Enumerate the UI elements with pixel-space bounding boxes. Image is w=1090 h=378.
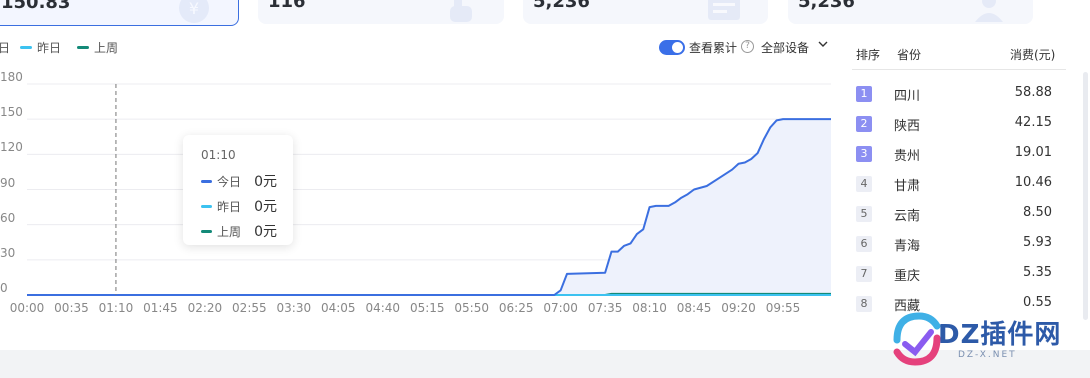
header-cost[interactable]: 消费(元) bbox=[1010, 46, 1055, 63]
x-tick-label: 02:20 bbox=[187, 301, 223, 315]
province-name: 云南 bbox=[894, 209, 921, 224]
table-divider bbox=[852, 69, 1066, 70]
x-tick-label: 09:20 bbox=[721, 301, 756, 315]
province-cost: 5.93 bbox=[1023, 235, 1052, 250]
tooltip-label: 今日 bbox=[217, 174, 242, 189]
series-area-today bbox=[27, 119, 831, 296]
watermark-text: DZ插件网 bbox=[938, 320, 1062, 350]
province-name: 四川 bbox=[894, 89, 921, 104]
x-tick-label: 08:45 bbox=[676, 301, 712, 315]
province-cost: 5.35 bbox=[1023, 265, 1052, 280]
tooltip-value: 0元 bbox=[254, 199, 277, 215]
table-row[interactable]: 1 四川 58.88 bbox=[852, 85, 1072, 115]
table-row[interactable]: 7 重庆 5.35 bbox=[852, 265, 1072, 295]
rank-badge: 7 bbox=[856, 266, 872, 282]
x-tick-label: 07:00 bbox=[543, 301, 578, 315]
tooltip-time: 01:10 bbox=[201, 148, 236, 162]
rank-badge: 1 bbox=[856, 86, 872, 102]
y-tick-label: 0 bbox=[0, 281, 8, 295]
chart-tooltip: 01:10 今日 0元 昨日 0元 上周 0元 bbox=[183, 135, 293, 245]
watermark-url: DZ-X.NET bbox=[958, 350, 1017, 360]
x-tick-label: 00:00 bbox=[9, 301, 45, 315]
y-tick-label: 120 bbox=[0, 140, 23, 155]
table-row[interactable]: 4 甘肃 10.46 bbox=[852, 175, 1072, 205]
y-tick-label: 60 bbox=[0, 210, 16, 225]
header-rank: 排序 bbox=[856, 48, 881, 62]
rank-badge: 2 bbox=[856, 116, 872, 132]
rank-badge: 6 bbox=[856, 236, 872, 252]
table-row[interactable]: 5 云南 8.50 bbox=[852, 205, 1072, 235]
province-cost: 58.88 bbox=[1014, 85, 1052, 100]
table-row[interactable]: 3 贵州 19.01 bbox=[852, 145, 1072, 175]
x-tick-label: 09:55 bbox=[765, 301, 801, 315]
line-chart[interactable] bbox=[0, 0, 840, 300]
x-tick-label: 03:30 bbox=[276, 301, 312, 315]
tooltip-swatch bbox=[201, 179, 212, 183]
province-name: 甘肃 bbox=[894, 179, 921, 194]
x-tick-label: 05:50 bbox=[454, 301, 489, 315]
x-tick-label: 01:45 bbox=[143, 301, 178, 315]
province-name: 重庆 bbox=[894, 269, 921, 284]
header-province: 省份 bbox=[897, 48, 922, 62]
tooltip-row-last-week: 上周 0元 bbox=[201, 221, 291, 241]
y-tick-label: 150 bbox=[0, 105, 23, 120]
tooltip-label: 上周 bbox=[217, 224, 242, 239]
x-tick-label: 04:05 bbox=[320, 301, 356, 315]
rank-badge: 3 bbox=[856, 146, 872, 162]
x-tick-label: 02:55 bbox=[232, 301, 267, 315]
rank-badge: 4 bbox=[856, 176, 872, 192]
user-icon bbox=[975, 0, 1003, 22]
tooltip-swatch bbox=[201, 229, 212, 233]
table-row[interactable]: 2 陕西 42.15 bbox=[852, 115, 1072, 145]
province-cost: 42.15 bbox=[1014, 115, 1052, 130]
rank-badge: 5 bbox=[856, 206, 872, 222]
table-scrollbar[interactable] bbox=[1083, 72, 1088, 320]
tooltip-value: 0元 bbox=[254, 174, 277, 190]
y-tick-label: 30 bbox=[0, 245, 16, 260]
province-name: 陕西 bbox=[894, 119, 921, 134]
tooltip-row-today: 今日 0元 bbox=[201, 171, 291, 191]
x-tick-label: 04:40 bbox=[365, 301, 401, 315]
x-tick-label: 00:35 bbox=[54, 301, 89, 315]
y-tick-label: 90 bbox=[0, 175, 16, 190]
x-tick-label: 06:25 bbox=[498, 301, 534, 315]
table-row[interactable]: 6 青海 5.93 bbox=[852, 235, 1072, 265]
tooltip-row-yesterday: 昨日 0元 bbox=[201, 196, 291, 216]
tooltip-value: 0元 bbox=[254, 224, 277, 240]
tooltip-swatch bbox=[201, 204, 212, 208]
tooltip-label: 昨日 bbox=[217, 199, 242, 214]
rank-badge: 8 bbox=[856, 296, 872, 312]
province-cost: 8.50 bbox=[1023, 205, 1052, 220]
province-name: 青海 bbox=[894, 239, 921, 254]
x-tick-label: 01:10 bbox=[98, 301, 134, 315]
x-tick-label: 07:35 bbox=[587, 301, 623, 315]
y-tick-label: 180 bbox=[0, 70, 23, 84]
province-cost: 10.46 bbox=[1014, 175, 1052, 190]
x-tick-label: 08:10 bbox=[632, 301, 667, 315]
x-tick-label: 05:15 bbox=[409, 301, 445, 315]
province-cost: 19.01 bbox=[1014, 145, 1052, 160]
province-name: 贵州 bbox=[894, 149, 921, 164]
